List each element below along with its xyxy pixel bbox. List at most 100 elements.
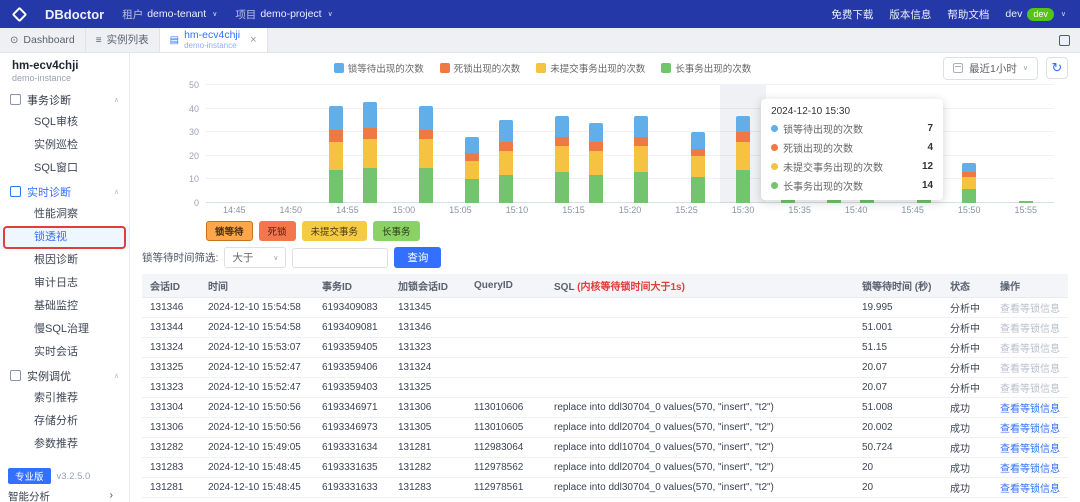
time-range-picker[interactable]: 最近1小时 ∨ <box>943 56 1038 80</box>
cell-sql: replace into ddl20704_0 values(570, "ins… <box>546 457 854 478</box>
x-axis-label: 15:40 <box>844 205 868 215</box>
stacked-bar[interactable] <box>736 115 751 203</box>
column-header[interactable]: 时间 <box>200 274 314 298</box>
stacked-bar[interactable] <box>498 120 513 203</box>
column-header[interactable]: QueryID <box>466 274 546 298</box>
sidebar-item[interactable]: 实例巡检 <box>0 134 129 157</box>
column-label: 操作 <box>1000 282 1020 293</box>
cell-sql <box>546 337 854 358</box>
filter-chip[interactable]: 死锁 <box>258 221 296 241</box>
sidebar-item[interactable]: 审计日志 <box>0 272 129 295</box>
column-header[interactable]: 状态 <box>942 274 992 298</box>
sidebar-section[interactable]: 实时诊断 ∧ <box>0 180 129 203</box>
bar-segment <box>329 141 344 170</box>
fullscreen-icon[interactable] <box>1059 34 1070 46</box>
chevron-down-icon: ∨ <box>1060 11 1066 18</box>
sidebar-item[interactable]: 锁透视 <box>0 226 129 249</box>
column-note: (内核等待锁时间大于1s) <box>577 282 685 293</box>
close-icon[interactable]: × <box>250 34 256 46</box>
cell-time: 2024-12-10 15:50:56 <box>200 417 314 438</box>
refresh-button[interactable]: ↻ <box>1046 57 1068 79</box>
nav-link[interactable]: 帮助文档 <box>947 7 989 22</box>
sidebar-item[interactable]: 慢SQL治理 <box>0 318 129 341</box>
tab-item[interactable]: ⊙ Dashboard <box>0 28 86 52</box>
tooltip-label: 死锁出现的次数 <box>783 144 854 155</box>
view-lock-info-link[interactable]: 查看等锁信息 <box>1000 484 1060 495</box>
filter-chip[interactable]: 锁等待 <box>206 221 253 241</box>
column-header[interactable]: SQL (内核等待锁时间大于1s) <box>546 274 854 298</box>
bar-segment <box>589 174 604 203</box>
stacked-bar[interactable] <box>634 115 649 203</box>
tab-active-instance[interactable]: ▤ hm-ecv4chji demo-instance × <box>159 28 268 52</box>
legend-item[interactable]: 长事务出现的次数 <box>661 61 751 75</box>
column-header[interactable]: 加锁会话ID <box>390 274 466 298</box>
tabs-container: ⊙ Dashboard ≡ 实例列表 ▤ hm-ecv4chji demo-instance… <box>0 28 268 52</box>
view-lock-info-link[interactable]: 查看等锁信息 <box>1000 464 1060 475</box>
sidebar-item[interactable]: 参数推荐 <box>0 433 129 456</box>
view-lock-info-link[interactable]: 查看等锁信息 <box>1000 404 1060 415</box>
sidebar-item[interactable]: SQL窗口 <box>0 157 129 180</box>
project-select[interactable]: 项目 demo-project ∨ <box>235 7 332 22</box>
lock-events-chart[interactable]: 2024-12-10 15:30 锁等待出现的次数 7 死锁出现的次数 4 未提交事务出… <box>189 80 1054 208</box>
column-header[interactable]: 锁等待时间 (秒) <box>854 274 942 298</box>
sidebar-item[interactable]: SQL审核 <box>0 111 129 134</box>
nav-link[interactable]: 免费下载 <box>831 7 873 22</box>
cell-wait_time: 19.995 <box>854 297 942 318</box>
chevron-up-icon: ∧ <box>113 96 119 104</box>
bar-segment <box>464 153 479 161</box>
filter-label: 锁等待时间筛选: <box>142 252 219 264</box>
tenant-select[interactable]: 租户 demo-tenant ∨ <box>122 7 217 22</box>
stacked-bar[interactable] <box>589 122 604 203</box>
sidebar-item[interactable]: 存储分析 <box>0 410 129 433</box>
stacked-bar[interactable] <box>329 106 344 203</box>
tooltip-value: 14 <box>921 180 934 191</box>
user-menu[interactable]: dev dev ∨ <box>1005 7 1066 21</box>
bar-segment <box>962 188 977 203</box>
query-button[interactable]: 查询 <box>394 247 442 268</box>
bar-segment <box>419 106 434 130</box>
cell-wait_time: 20.002 <box>854 417 942 438</box>
sidebar-item[interactable]: 基础监控 <box>0 295 129 318</box>
stacked-bar[interactable] <box>362 101 377 203</box>
bar-segment <box>589 141 604 152</box>
stacked-bar[interactable] <box>690 132 705 203</box>
legend-item[interactable]: 未提交事务出现的次数 <box>536 61 645 75</box>
cell-txn_id: 6193331633 <box>314 477 390 498</box>
view-lock-info-link: 查看等锁信息 <box>1000 344 1060 355</box>
bar-segment <box>498 151 513 175</box>
sidebar-section[interactable]: 事务诊断 ∧ <box>0 88 129 111</box>
filter-chip[interactable]: 长事务 <box>373 221 420 241</box>
tab-item[interactable]: ≡ 实例列表 <box>86 28 160 52</box>
nav-link[interactable]: 版本信息 <box>889 7 931 22</box>
event-type-chips: 锁等待 死锁 未提交事务 长事务 <box>206 221 1068 241</box>
sidebar-section[interactable]: 实例调优 ∧ <box>0 364 129 387</box>
bar-segment <box>464 160 479 180</box>
stacked-bar[interactable] <box>419 106 434 203</box>
cell-lock_session_id: 131282 <box>390 457 466 478</box>
stacked-bar[interactable] <box>555 115 570 203</box>
sidebar-item[interactable]: 索引推荐 <box>0 387 129 410</box>
legend-item[interactable]: 死锁出现的次数 <box>439 61 520 75</box>
smart-analysis-link[interactable]: 智能分析 › <box>8 489 121 502</box>
sidebar-item[interactable]: 实时会话 <box>0 341 129 364</box>
filter-chip[interactable]: 未提交事务 <box>301 221 368 241</box>
section-label: 实例调优 <box>27 370 71 383</box>
tab-title: Dashboard <box>23 33 75 46</box>
chevron-up-icon: ∧ <box>113 372 119 380</box>
column-header[interactable]: 事务ID <box>314 274 390 298</box>
view-lock-info-link[interactable]: 查看等锁信息 <box>1000 444 1060 455</box>
column-header[interactable]: 操作 <box>992 274 1068 298</box>
sidebar-item[interactable]: 根因诊断 <box>0 249 129 272</box>
stacked-bar[interactable] <box>464 136 479 203</box>
legend-item[interactable]: 锁等待出现的次数 <box>333 61 424 75</box>
stacked-bar[interactable] <box>962 162 977 203</box>
filter-value-input[interactable] <box>292 247 389 268</box>
sidebar-item[interactable]: 性能洞察 <box>0 203 129 226</box>
cell-sql: replace into ddl30704_0 values(570, "ins… <box>546 477 854 498</box>
cell-lock_session_id: 131305 <box>390 417 466 438</box>
operator-select[interactable]: 大于 ∨ <box>224 247 287 268</box>
column-header[interactable]: 会话ID <box>142 274 200 298</box>
series-dot-icon <box>771 125 779 132</box>
lock-wait-table: 会话ID 时间 事务ID 加锁会话ID QueryID SQL (内核等待锁时间大于1s)… <box>142 274 1068 498</box>
view-lock-info-link[interactable]: 查看等锁信息 <box>1000 424 1060 435</box>
